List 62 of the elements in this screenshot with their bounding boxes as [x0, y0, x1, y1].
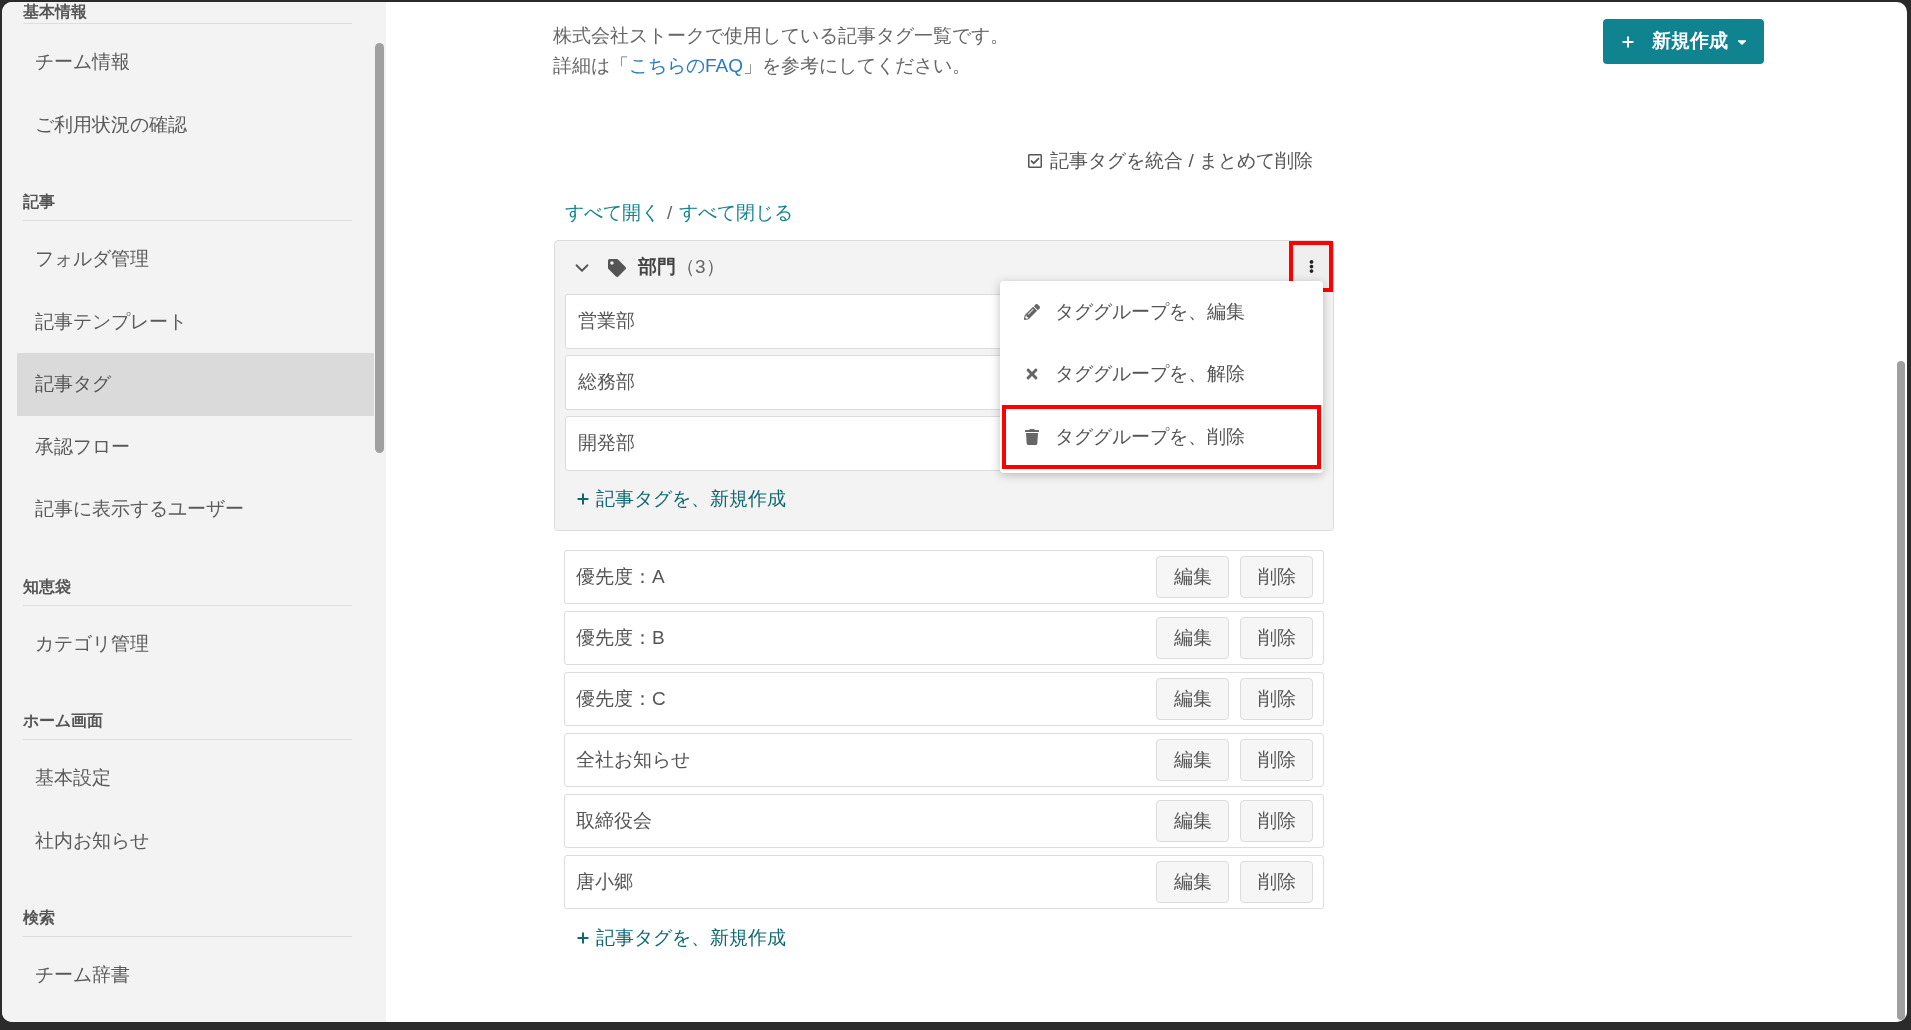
tag-name: 営業部 [578, 309, 635, 334]
sidebar-section-title: ホーム画面 [23, 711, 104, 731]
add-tag-link[interactable]: 記事タグを、新規作成 [575, 924, 786, 952]
plus-icon [1619, 33, 1636, 50]
add-tag-link[interactable]: 記事タグを、新規作成 [575, 485, 786, 513]
sidebar-section-title: 記事 [23, 192, 56, 212]
menu-item[interactable]: タググループを、削除 [1002, 405, 1321, 469]
tag-name: 唐小郷 [576, 869, 633, 894]
delete-button[interactable]: 削除 [1240, 800, 1313, 842]
sidebar-item[interactable]: 承認フロー [17, 415, 374, 478]
sidebar-item[interactable]: カテゴリ管理 [17, 612, 374, 675]
tag-name: 開発部 [578, 431, 635, 456]
scrollbar-thumb[interactable] [1897, 361, 1905, 1020]
cross-icon [1024, 366, 1040, 382]
sidebar-section-title: 知恵袋 [23, 576, 72, 597]
edit-button[interactable]: 編集 [1156, 617, 1229, 659]
faq-link[interactable]: こちらのFAQ [629, 55, 743, 76]
sidebar-item[interactable]: 記事に表示するユーザー [17, 478, 374, 541]
sidebar-section-title: 検索 [23, 908, 56, 928]
tag-icon [608, 258, 626, 277]
merge-delete-link[interactable]: 記事タグを統合 / まとめて削除 [1027, 146, 1313, 176]
edit-button[interactable]: 編集 [1156, 861, 1229, 903]
sidebar-item[interactable]: チーム情報 [17, 31, 374, 94]
delete-button[interactable]: 削除 [1240, 861, 1313, 903]
new-button[interactable]: 新規作成 [1603, 19, 1764, 64]
description-text: 株式会社ストークで使用している記事タグ一覧です。 詳細は「こちらのFAQ」を参考にしてください。 [553, 24, 1009, 78]
edit-button[interactable]: 編集 [1156, 800, 1229, 842]
more-icon [1308, 259, 1314, 274]
menu-item[interactable]: タググループを、編集 [1000, 281, 1323, 343]
sidebar-item[interactable]: 記事タグ [17, 353, 374, 416]
edit-button[interactable]: 編集 [1156, 556, 1229, 598]
expand-all-link[interactable]: すべて開く [565, 198, 660, 228]
sidebar-item[interactable]: 基本設定 [17, 747, 374, 810]
plus-icon [575, 930, 591, 946]
tag-group-name: 部門 [638, 255, 676, 280]
sidebar-item[interactable]: ご利用状況の確認 [17, 93, 374, 156]
edit-button[interactable]: 編集 [1156, 678, 1229, 720]
delete-button[interactable]: 削除 [1240, 739, 1313, 781]
delete-button[interactable]: 削除 [1240, 617, 1313, 659]
sidebar-item[interactable]: チーム辞書 [17, 944, 374, 1007]
pencil-icon [1024, 304, 1040, 320]
sidebar-section-title: 基本情報 [23, 2, 88, 22]
scrollbar-thumb[interactable] [375, 43, 384, 453]
delete-button[interactable]: 削除 [1240, 556, 1313, 598]
tag-name: 全社お知らせ [576, 747, 690, 772]
plus-icon [575, 491, 591, 507]
menu-item[interactable]: タググループを、解除 [1000, 343, 1323, 405]
delete-button[interactable]: 削除 [1240, 678, 1313, 720]
edit-button[interactable]: 編集 [1156, 739, 1229, 781]
sidebar-item[interactable]: 社内お知らせ [17, 809, 374, 872]
sidebar-item[interactable]: 記事テンプレート [17, 290, 374, 353]
trash-icon [1024, 429, 1040, 445]
tag-name: 取締役会 [576, 808, 652, 833]
tag-name: 優先度：A [576, 564, 665, 589]
tag-name: 優先度：C [576, 686, 666, 711]
sidebar-item[interactable]: フォルダ管理 [17, 228, 374, 291]
tag-name: 優先度：B [576, 625, 665, 650]
checkbox-icon [1027, 153, 1044, 169]
collapse-all-link[interactable]: すべて閉じる [679, 198, 794, 228]
tag-count: （3） [676, 255, 725, 280]
separator-text: / [667, 200, 673, 225]
tag-name: 総務部 [578, 370, 635, 395]
